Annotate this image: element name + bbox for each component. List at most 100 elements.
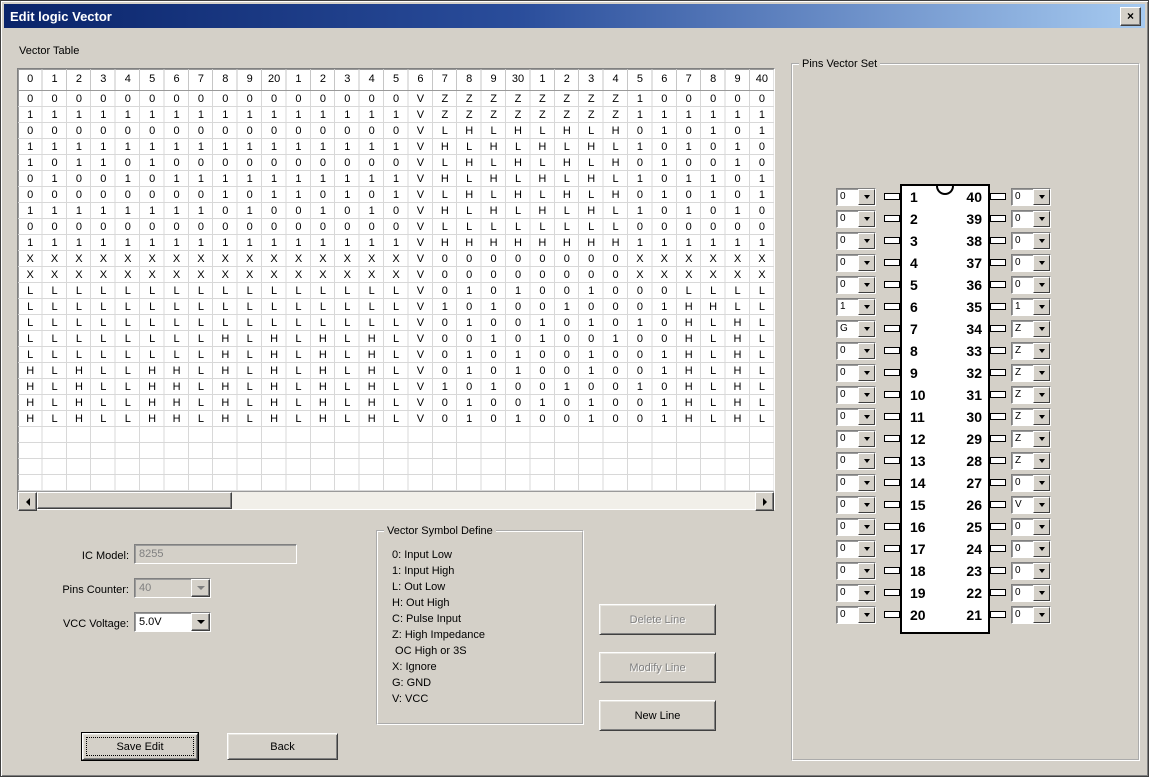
table-cell[interactable]: L [213, 283, 237, 299]
table-cell[interactable]: 0 [725, 123, 749, 139]
table-cell[interactable]: 1 [116, 235, 140, 251]
dropdown-arrow-button[interactable] [858, 189, 875, 205]
table-cell[interactable]: X [189, 267, 213, 283]
table-cell[interactable]: 1 [164, 203, 188, 219]
table-cell[interactable]: V [408, 283, 432, 299]
table-cell[interactable]: 0 [116, 187, 140, 203]
table-cell[interactable]: L [286, 283, 310, 299]
table-cell[interactable]: 1 [652, 395, 676, 411]
table-cell[interactable]: H [457, 235, 481, 251]
table-cell[interactable]: H [18, 379, 42, 395]
table-cell[interactable]: L [140, 299, 164, 315]
back-button[interactable]: Back [227, 733, 338, 760]
table-cell[interactable]: H [140, 363, 164, 379]
dropdown-arrow-button[interactable] [858, 519, 875, 535]
dropdown-arrow-button[interactable] [1033, 453, 1050, 469]
table-cell[interactable]: 0 [506, 395, 530, 411]
table-cell[interactable]: 0 [67, 187, 91, 203]
table-cell[interactable]: L [189, 411, 213, 427]
table-cell[interactable]: L [750, 283, 774, 299]
table-cell[interactable]: X [189, 251, 213, 267]
table-cell[interactable]: L [530, 155, 554, 171]
table-cell[interactable]: 0 [701, 91, 725, 107]
table-cell[interactable]: X [116, 251, 140, 267]
table-cell[interactable]: L [238, 347, 262, 363]
table-cell[interactable]: 1 [384, 139, 408, 155]
table-cell[interactable]: 0 [164, 187, 188, 203]
table-cell[interactable]: 0 [652, 139, 676, 155]
table-cell[interactable]: 0 [140, 123, 164, 139]
table-cell[interactable]: 1 [91, 203, 115, 219]
table-cell[interactable]: 1 [628, 91, 652, 107]
table-cell[interactable]: X [652, 251, 676, 267]
table-cell[interactable]: 1 [384, 171, 408, 187]
table-cell[interactable]: L [42, 379, 66, 395]
table-cell[interactable]: 0 [628, 123, 652, 139]
table-cell[interactable]: 0 [164, 219, 188, 235]
table-cell[interactable]: V [408, 139, 432, 155]
table-cell[interactable]: L [18, 331, 42, 347]
table-cell[interactable]: 0 [457, 299, 481, 315]
table-cell[interactable]: 1 [457, 395, 481, 411]
save-edit-button[interactable]: Save Edit [82, 733, 198, 760]
table-cell[interactable]: H [359, 331, 383, 347]
table-cell[interactable]: 0 [652, 315, 676, 331]
table-cell[interactable]: 0 [530, 283, 554, 299]
dropdown-arrow-button[interactable] [1033, 519, 1050, 535]
table-cell[interactable]: L [238, 315, 262, 331]
pin-8-dropdown[interactable]: 0 [836, 342, 876, 360]
table-cell[interactable]: 0 [603, 267, 627, 283]
table-cell[interactable]: H [506, 235, 530, 251]
table-cell[interactable]: Z [506, 91, 530, 107]
table-cell[interactable]: L [725, 283, 749, 299]
table-cell[interactable]: 0 [481, 315, 505, 331]
table-cell[interactable]: H [481, 139, 505, 155]
table-cell[interactable]: L [189, 347, 213, 363]
table-cell[interactable]: L [116, 411, 140, 427]
table-cell[interactable]: L [164, 283, 188, 299]
table-cell[interactable]: 0 [116, 219, 140, 235]
dropdown-arrow-button[interactable] [858, 607, 875, 623]
table-cell[interactable]: 1 [164, 139, 188, 155]
table-cell[interactable]: X [286, 251, 310, 267]
table-cell[interactable]: H [359, 347, 383, 363]
pin-40-dropdown[interactable]: 0 [1011, 188, 1051, 206]
table-cell[interactable]: L [116, 363, 140, 379]
table-cell[interactable]: 1 [189, 203, 213, 219]
table-cell[interactable]: H [18, 395, 42, 411]
table-cell[interactable]: 0 [262, 155, 286, 171]
table-cell[interactable]: 0 [628, 347, 652, 363]
dropdown-arrow-button[interactable] [858, 563, 875, 579]
table-cell[interactable]: X [311, 267, 335, 283]
table-cell[interactable]: 1 [457, 315, 481, 331]
table-cell[interactable]: H [359, 363, 383, 379]
table-cell[interactable]: 1 [359, 139, 383, 155]
table-cell[interactable]: H [262, 411, 286, 427]
table-cell[interactable]: 0 [457, 379, 481, 395]
table-cell[interactable]: 1 [91, 235, 115, 251]
table-cell[interactable]: 0 [628, 395, 652, 411]
table-cell[interactable]: 1 [628, 203, 652, 219]
table-cell[interactable]: 0 [140, 187, 164, 203]
pin-14-dropdown[interactable]: 0 [836, 474, 876, 492]
table-cell[interactable]: L [116, 395, 140, 411]
table-cell[interactable]: 0 [359, 91, 383, 107]
table-cell[interactable]: H [164, 395, 188, 411]
table-cell[interactable]: 0 [286, 203, 310, 219]
table-cell[interactable]: 0 [384, 219, 408, 235]
pin-7-dropdown[interactable]: G [836, 320, 876, 338]
table-cell[interactable]: L [238, 283, 262, 299]
table-cell[interactable]: 1 [335, 171, 359, 187]
table-cell[interactable]: 0 [42, 155, 66, 171]
table-cell[interactable]: L [384, 411, 408, 427]
table-cell[interactable]: 0 [42, 123, 66, 139]
table-cell[interactable]: L [530, 187, 554, 203]
table-cell[interactable]: L [116, 283, 140, 299]
table-cell[interactable]: 0 [18, 187, 42, 203]
table-cell[interactable]: L [311, 283, 335, 299]
table-cell[interactable]: H [506, 155, 530, 171]
dropdown-arrow-button[interactable] [191, 613, 210, 631]
table-cell[interactable]: L [67, 331, 91, 347]
table-cell[interactable]: L [506, 139, 530, 155]
table-cell[interactable]: 1 [67, 235, 91, 251]
